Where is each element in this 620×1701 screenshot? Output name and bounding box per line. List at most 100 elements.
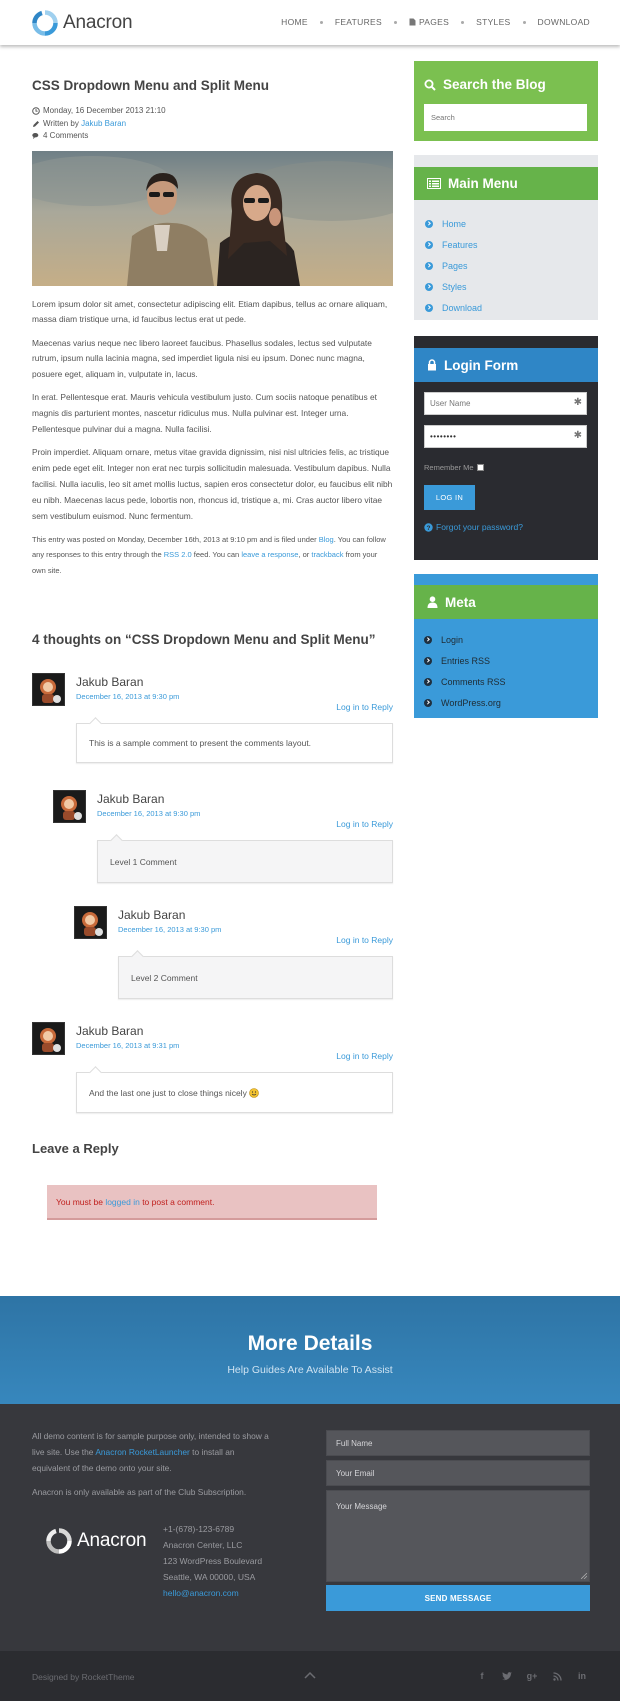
footer-contact: +1-(678)-123-6789 Anacron Center, LLC 12… [163,1521,262,1601]
scroll-to-top-icon[interactable] [304,1670,316,1680]
footnote-text: feed. You can [191,550,242,560]
more-details-banner: More Details Help Guides Are Available T… [0,1296,620,1404]
menu-item-home[interactable]: Home [425,213,482,234]
comment-body: And the last one just to close things ni… [76,1072,393,1113]
nav-home[interactable]: HOME [281,17,308,27]
username-placeholder: User Name [430,399,471,408]
forgot-password-link[interactable]: ? Forgot your password? [424,522,523,532]
comment-date[interactable]: December 16, 2013 at 9:30 pm [97,809,200,818]
footer-credit[interactable]: Designed by RocketTheme [32,1672,135,1682]
message-placeholder: Your Message [336,1502,387,1511]
logged-in-link[interactable]: logged in [105,1197,140,1207]
remember-me[interactable]: Remember Me [424,463,484,472]
remember-me-checkbox[interactable] [476,464,484,471]
rss-link[interactable]: RSS 2.0 [164,550,192,559]
comments-title: 4 thoughts on “CSS Dropdown Menu and Spl… [32,632,376,647]
email-field[interactable]: Your Email [326,1460,590,1486]
leave-response-link[interactable]: leave a response [241,550,298,559]
chevron-circle-icon [424,677,432,686]
menu-item-download[interactable]: Download [425,297,482,318]
avatar[interactable] [74,906,107,939]
footer-phone: +1-(678)-123-6789 [163,1524,235,1534]
send-message-button[interactable]: SEND MESSAGE [326,1585,590,1611]
twitter-icon[interactable] [501,1670,513,1682]
meta-item-login[interactable]: Login [424,629,506,650]
post-title[interactable]: CSS Dropdown Menu and Split Menu [32,78,393,93]
full-name-placeholder: Full Name [336,1438,373,1448]
footer-city: Seattle, WA 00000, USA [163,1572,256,1582]
search-input[interactable] [424,104,587,131]
google-plus-icon[interactable]: g+ [526,1670,538,1682]
comment-author[interactable]: Jakub Baran [76,675,143,689]
meta-title-text: Meta [445,594,476,610]
comment-date[interactable]: December 16, 2013 at 9:30 pm [76,692,179,701]
footer-email-link[interactable]: hello@anacron.com [163,1588,239,1598]
nav-pages-label: PAGES [418,17,450,27]
reply-link[interactable]: Log in to Reply [336,1051,393,1061]
footer-logo[interactable]: Anacron [46,1528,147,1554]
reply-link[interactable]: Log in to Reply [336,702,393,712]
login-button[interactable]: LOG IN [424,485,475,510]
comment-author[interactable]: Jakub Baran [118,908,185,922]
menu-item-pages[interactable]: Pages [425,255,482,276]
post-date-row: Monday, 16 December 2013 21:10 [32,105,393,118]
username-input[interactable]: User Name ✱ [424,392,587,415]
nav-styles[interactable]: STYLES [476,17,510,27]
astronaut-avatar-icon [82,912,103,936]
search-widget-title: Search the Blog [424,77,546,92]
meta-item-comments-rss[interactable]: Comments RSS [424,671,506,692]
site-footer: All demo content is for sample purpose o… [0,1404,620,1651]
menu-item-styles[interactable]: Styles [425,276,482,297]
user-icon [427,596,438,608]
post-author-link[interactable]: Jakub Baran [81,118,126,131]
rss-icon[interactable] [551,1670,563,1682]
comment-date[interactable]: December 16, 2013 at 9:31 pm [76,1041,179,1050]
comment-author[interactable]: Jakub Baran [76,1024,143,1038]
trackback-link[interactable]: trackback [311,550,343,559]
lock-icon [428,359,436,371]
main-menu-title-text: Main Menu [448,176,518,191]
footer-bottom-bar: Designed by RocketTheme f g+ in [0,1651,620,1701]
pencil-icon [33,120,39,127]
comment-author[interactable]: Jakub Baran [97,792,164,806]
post-meta: Monday, 16 December 2013 21:10 Written b… [32,105,393,143]
full-name-field[interactable]: Full Name [326,1430,590,1456]
menu-item-features[interactable]: Features [425,234,482,255]
clock-icon [32,107,40,116]
meta-item-label: Login [441,634,464,645]
nav-download[interactable]: DOWNLOAD [538,17,590,27]
message-field[interactable]: Your Message [326,1490,590,1582]
reply-link[interactable]: Log in to Reply [336,935,393,945]
meta-item-entries-rss[interactable]: Entries RSS [424,650,506,671]
site-header: Anacron HOME FEATURES PAGES STYLES DOWNL… [0,0,620,45]
menu-item-label: Styles [442,281,467,292]
meta-item-wordpress[interactable]: WordPress.org [424,692,506,713]
notice-text: You must be [56,1196,106,1207]
login-form-title: Login Form [414,348,598,382]
avatar[interactable] [32,1022,65,1055]
nav-features[interactable]: FEATURES [335,17,382,27]
login-form-title-text: Login Form [444,357,519,373]
svg-text:?: ? [427,525,431,532]
avatar[interactable] [53,790,86,823]
forgot-password-text: Forgot your password? [436,522,523,532]
nav-pages[interactable]: PAGES [409,17,449,27]
written-by-label: Written by [43,118,79,128]
avatar[interactable] [32,673,65,706]
linkedin-icon[interactable]: in [576,1670,588,1682]
category-link[interactable]: Blog [319,535,334,544]
post-paragraph: Proin imperdiet. Aliquam ornare, metus v… [32,447,393,521]
password-input[interactable]: •••••••• ✱ [424,425,587,448]
comment-date[interactable]: December 16, 2013 at 9:30 pm [118,925,221,934]
resize-handle-icon[interactable] [581,1573,587,1579]
question-circle-icon: ? [424,522,433,532]
reply-link[interactable]: Log in to Reply [336,819,393,829]
post-comments-count[interactable]: 4 Comments [43,130,88,143]
site-logo[interactable]: Anacron [32,9,133,37]
more-details-title: More Details [247,1332,373,1355]
rocketlauncher-link[interactable]: Anacron RocketLauncher [95,1447,190,1457]
nav-separator [393,20,397,24]
post-comments-row: 4 Comments [32,130,393,143]
facebook-icon[interactable]: f [476,1670,488,1682]
more-details-subtitle: Help Guides Are Available To Assist [227,1364,393,1376]
